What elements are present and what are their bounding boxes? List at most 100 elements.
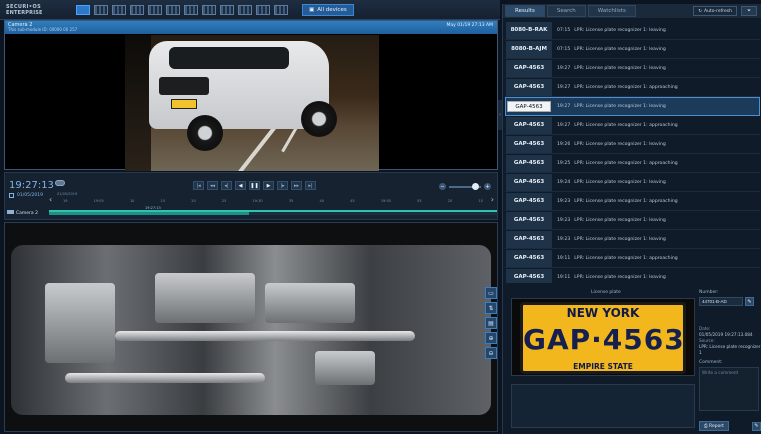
logo: SECURI•OS ENTERPRISE [0, 0, 56, 20]
result-event-text: LPR: License plate recognizer 1: approac… [574, 84, 678, 90]
fast-forward-icon[interactable]: ▸▸ [291, 181, 302, 190]
comment-input[interactable]: Write a comment [699, 367, 759, 411]
result-row[interactable]: GAP-4563 19:25 LPR: License plate recogniz… [505, 154, 760, 173]
tab-results[interactable]: Results [505, 5, 545, 17]
edit-icon[interactable]: ✎ [751, 421, 761, 431]
result-event-text: LPR: License plate recognizer 1: leaving [574, 141, 666, 147]
result-event-text: LPR: License plate recognizer 1: leaving [574, 179, 666, 185]
timeline-next-icon[interactable]: › [491, 195, 494, 204]
plate-number: GAP·4563 [523, 323, 685, 356]
video-timestamp: May 01/19 27:13 AM [446, 23, 494, 28]
all-devices-button[interactable]: ▣ All devices [302, 3, 354, 16]
monitor-icon: ▣ [309, 6, 315, 13]
layout-6x6-icon[interactable] [238, 4, 252, 15]
result-plate: GAP-4563 [507, 101, 551, 112]
plate-image-box: NEW YORK GAP·4563 EMPIRE STATE [511, 298, 695, 376]
tab-watchlists[interactable]: Watchlists [587, 5, 636, 17]
result-time: 19:24 [557, 179, 571, 185]
number-field[interactable] [699, 297, 743, 306]
undercarriage-pipe [115, 331, 415, 341]
layout-1p5-icon[interactable] [148, 4, 162, 15]
result-row[interactable]: GAP-4563 19:27 LPR: License plate recogniz… [505, 59, 760, 78]
result-row[interactable]: GAP-4563 19:27 LPR: License plate recogniz… [505, 78, 760, 97]
result-plate: GAP-4563 [506, 154, 552, 172]
play-reverse-icon[interactable]: ◀ [235, 181, 246, 190]
top-toolbar: SECURI•OS ENTERPRISE ▣ All devices [0, 0, 500, 20]
layout-2p8-icon[interactable] [184, 4, 198, 15]
license-plate-label: License plate [591, 290, 621, 295]
result-row[interactable]: GAP-4563 19:11 LPR: License plate recogniz… [505, 249, 760, 268]
layout-1p7-icon[interactable] [166, 4, 180, 15]
timeline-track[interactable] [49, 210, 497, 215]
plate-footer: EMPIRE STATE [573, 362, 633, 371]
edit-icon[interactable]: ✎ [745, 297, 754, 306]
layout-2x2-icon[interactable] [94, 4, 108, 15]
result-row[interactable]: GAP-4563 19:27 LPR: License plate recogniz… [505, 97, 760, 116]
play-icon[interactable]: ▶ [263, 181, 274, 190]
zoom-knob[interactable] [472, 182, 479, 190]
layout-1x1-icon[interactable] [76, 4, 90, 15]
layout-4x4-icon[interactable] [130, 4, 144, 15]
undercarriage-pipe [65, 373, 265, 383]
timeline-tick: 25 [221, 199, 227, 203]
result-row[interactable]: GAP-4563 19:26 LPR: License plate recogniz… [505, 135, 760, 154]
result-row[interactable]: 8080-B-RAK 07:15 LPR: License plate recogn… [505, 21, 760, 40]
timeline-tick: 19:30 [252, 199, 263, 203]
undercarriage-image: ▭ ⇅ ▤ ⊕ ⊖ [4, 222, 498, 432]
auto-refresh-toggle[interactable]: ↻ Auto-refresh [693, 6, 737, 16]
result-row[interactable]: GAP-4563 19:23 LPR: License plate recogniz… [505, 230, 760, 249]
layout-8x8-icon[interactable] [256, 4, 270, 15]
flip-icon[interactable]: ⇅ [485, 302, 497, 314]
filter-icon[interactable]: ⏷ [741, 6, 757, 16]
result-row[interactable]: 8080-B-AJM 07:15 LPR: License plate recogn… [505, 40, 760, 59]
zoom-in-icon[interactable]: + [484, 183, 491, 190]
result-row[interactable]: GAP-4563 19:11 LPR: License plate recogniz… [505, 268, 760, 283]
layout-3x3-icon[interactable] [112, 4, 126, 15]
step-back-icon[interactable]: ◂| [221, 181, 232, 190]
result-event: 19:25 LPR: License plate recognizer 1: ap… [557, 161, 678, 166]
layout-custom-icon[interactable] [274, 4, 288, 15]
zoom-out-icon[interactable]: − [439, 183, 446, 190]
vehicle-wheel [187, 115, 223, 151]
result-row[interactable]: GAP-4563 19:24 LPR: License plate recogniz… [505, 173, 760, 192]
layout-1p12-icon[interactable] [202, 4, 216, 15]
undercarriage-part [315, 351, 375, 385]
timeline-tick: 19 [63, 199, 68, 203]
pause-icon[interactable]: ❚❚ [249, 181, 260, 190]
fast-rewind-icon[interactable]: ◂◂ [207, 181, 218, 190]
date-picker[interactable]: 01/05/2019 [9, 193, 43, 198]
result-row[interactable]: GAP-4563 19:23 LPR: License plate recogniz… [505, 192, 760, 211]
result-plate: 8080-B-RAK [506, 21, 552, 39]
zoom-out-icon[interactable]: ⊖ [485, 347, 497, 359]
layout-icon[interactable]: ▤ [485, 317, 497, 329]
result-plate: GAP-4563 [506, 116, 552, 134]
result-time: 19:26 [557, 141, 571, 147]
camera-header: Camera 2 This sub-module ID: 00000 00 25… [5, 21, 497, 34]
result-row[interactable]: GAP-4563 19:27 LPR: License plate recogniz… [505, 116, 760, 135]
timeline-tick: 19:50 [380, 199, 391, 203]
video-viewport[interactable]: Camera 2 This sub-module ID: 00000 00 25… [4, 20, 498, 171]
skip-end-icon[interactable]: ▸| [305, 181, 316, 190]
vehicle-wheel [301, 101, 337, 137]
tab-search[interactable]: Search [546, 5, 586, 17]
skip-start-icon[interactable]: |◂ [193, 181, 204, 190]
layout-5x5-icon[interactable] [220, 4, 234, 15]
step-forward-icon[interactable]: |▸ [277, 181, 288, 190]
toggle-icon[interactable] [55, 180, 65, 186]
result-time: 19:23 [557, 217, 571, 223]
result-plate: GAP-4563 [506, 249, 552, 267]
date-value: 01/05/2019 [17, 193, 43, 198]
image-toolbar: ▭ ⇅ ▤ ⊕ ⊖ [485, 287, 497, 359]
result-row[interactable]: GAP-4563 19:23 LPR: License plate recogniz… [505, 211, 760, 230]
timeline-tick: 10 [129, 199, 135, 203]
auto-refresh-label: Auto-refresh [704, 8, 732, 14]
zoom-slider[interactable] [449, 182, 481, 190]
zoom-in-icon[interactable]: ⊕ [485, 332, 497, 344]
result-time: 19:27 [557, 104, 571, 109]
fit-icon[interactable]: ▭ [485, 287, 497, 299]
result-event-text: LPR: License plate recognizer 1: leaving [574, 236, 666, 242]
result-event-text: LPR: License plate recognizer 1: approac… [574, 122, 678, 128]
result-event: 07:15 LPR: License plate recognizer 1: le… [557, 28, 666, 33]
timeline-prev-icon[interactable]: ‹ [49, 195, 52, 204]
report-button[interactable]: ⎙ Report [699, 421, 729, 431]
